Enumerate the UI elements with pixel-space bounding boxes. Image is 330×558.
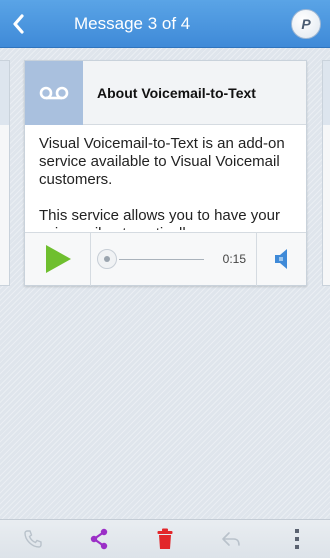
duration-label: 0:15 <box>222 251 246 266</box>
message-transcript[interactable]: Visual Voicemail-to-Text is an add-on se… <box>39 135 297 230</box>
call-button[interactable] <box>13 520 53 558</box>
seek-bar[interactable]: 0:15 <box>91 233 256 286</box>
profile-menu-button[interactable]: P <box>282 0 330 48</box>
voicemail-icon <box>39 86 69 99</box>
back-button[interactable] <box>0 0 36 48</box>
message-title: About Voicemail-to-Text <box>97 84 256 101</box>
bottom-action-bar <box>0 519 330 558</box>
overflow-menu-icon <box>295 529 299 549</box>
reply-button[interactable] <box>211 520 251 558</box>
reply-icon <box>222 532 240 546</box>
share-icon <box>90 528 108 550</box>
next-message-card[interactable] <box>322 60 330 286</box>
trash-icon <box>157 528 173 549</box>
seek-knob[interactable] <box>97 248 117 269</box>
share-button[interactable] <box>79 520 119 558</box>
speaker-icon <box>274 249 287 269</box>
seek-track <box>119 258 204 260</box>
volume-button[interactable] <box>256 232 306 286</box>
chevron-left-icon <box>13 13 24 34</box>
audio-player: 0:15 <box>25 232 306 286</box>
play-icon <box>45 245 71 273</box>
profile-badge-icon: P <box>291 8 321 39</box>
phone-icon <box>24 530 42 548</box>
voicemail-icon-box <box>25 60 83 125</box>
transcript-paragraph: Visual Voicemail-to-Text is an add-on se… <box>39 135 285 188</box>
page-title: Message 3 of 4 <box>74 13 191 33</box>
overflow-menu-button[interactable] <box>277 520 317 558</box>
message-header: About Voicemail-to-Text <box>25 60 306 125</box>
app-header: Message 3 of 4 P <box>0 0 330 48</box>
transcript-paragraph: This service allows you to have your voi… <box>39 207 280 230</box>
delete-button[interactable] <box>145 520 185 558</box>
message-card: About Voicemail-to-Text Visual Voicemail… <box>24 60 307 286</box>
previous-message-card[interactable] <box>0 60 10 286</box>
play-button[interactable] <box>25 232 91 286</box>
